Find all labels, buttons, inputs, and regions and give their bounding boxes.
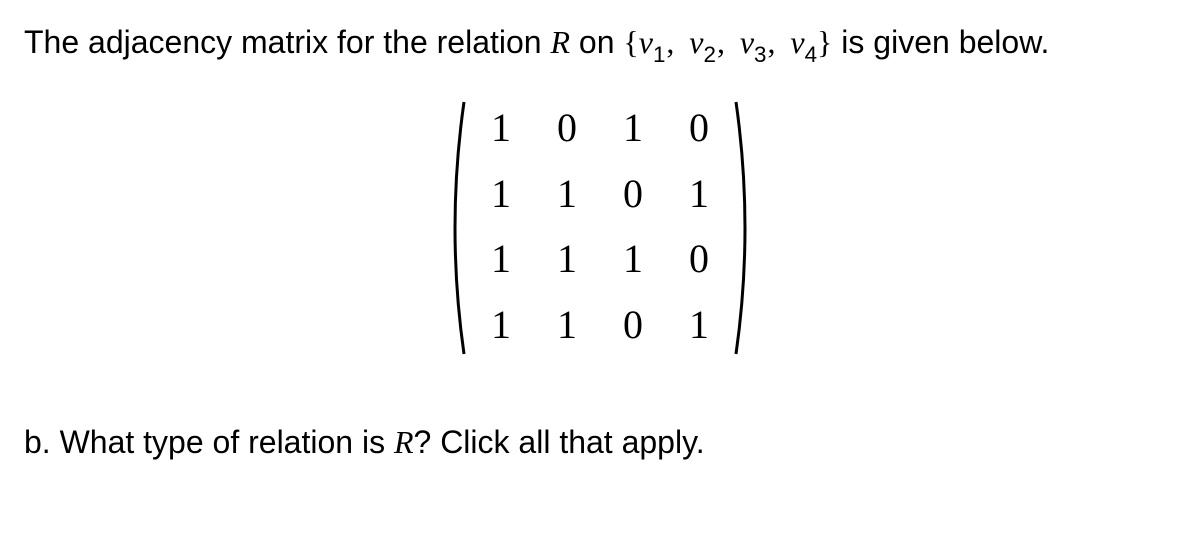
sub-1: 1 (653, 42, 665, 67)
cell-0-2: 1 (620, 108, 646, 152)
set-close-brace: } (817, 24, 832, 60)
cell-0-0: 1 (488, 108, 514, 152)
set-open-brace: { (623, 24, 638, 60)
question-b-prefix: b. What type of relation is (24, 424, 394, 460)
comma-2: , (717, 24, 725, 60)
var-v2: v (689, 24, 703, 60)
cell-2-0: 1 (488, 239, 514, 283)
intro-text: The adjacency matrix for the relation R … (24, 18, 1176, 70)
cell-3-3: 1 (686, 305, 712, 349)
comma-3: , (768, 24, 776, 60)
question-b: b. What type of relation is R? Click all… (24, 418, 1176, 466)
cell-0-1: 0 (554, 108, 580, 152)
cell-1-2: 0 (620, 174, 646, 218)
sub-4: 4 (805, 42, 817, 67)
cell-3-2: 0 (620, 305, 646, 349)
var-v3: v (740, 24, 754, 60)
cell-3-0: 1 (488, 305, 514, 349)
var-v1: v (639, 24, 653, 60)
sub-2: 2 (704, 42, 716, 67)
sub-3: 3 (754, 42, 766, 67)
comma-1: , (666, 24, 674, 60)
matrix-container: 1 0 1 0 1 1 0 1 1 1 1 0 1 1 0 1 (24, 98, 1176, 358)
intro-prefix: The adjacency matrix for the relation (24, 24, 550, 60)
matrix-grid: 1 0 1 0 1 1 0 1 1 1 1 0 1 1 0 1 (468, 98, 732, 358)
cell-2-3: 0 (686, 239, 712, 283)
left-paren-icon (442, 98, 468, 358)
cell-1-3: 1 (686, 174, 712, 218)
cell-3-1: 1 (554, 305, 580, 349)
cell-1-0: 1 (488, 174, 514, 218)
cell-2-1: 1 (554, 239, 580, 283)
intro-suffix: is given below. (832, 24, 1049, 60)
relation-symbol: R (550, 24, 570, 60)
cell-2-2: 1 (620, 239, 646, 283)
cell-0-3: 0 (686, 108, 712, 152)
right-paren-icon (732, 98, 758, 358)
var-v4: v (790, 24, 804, 60)
intro-mid: on (570, 24, 623, 60)
adjacency-matrix: 1 0 1 0 1 1 0 1 1 1 1 0 1 1 0 1 (442, 98, 758, 358)
cell-1-1: 1 (554, 174, 580, 218)
question-b-suffix: ? Click all that apply. (414, 424, 705, 460)
question-b-relation-symbol: R (394, 424, 414, 460)
